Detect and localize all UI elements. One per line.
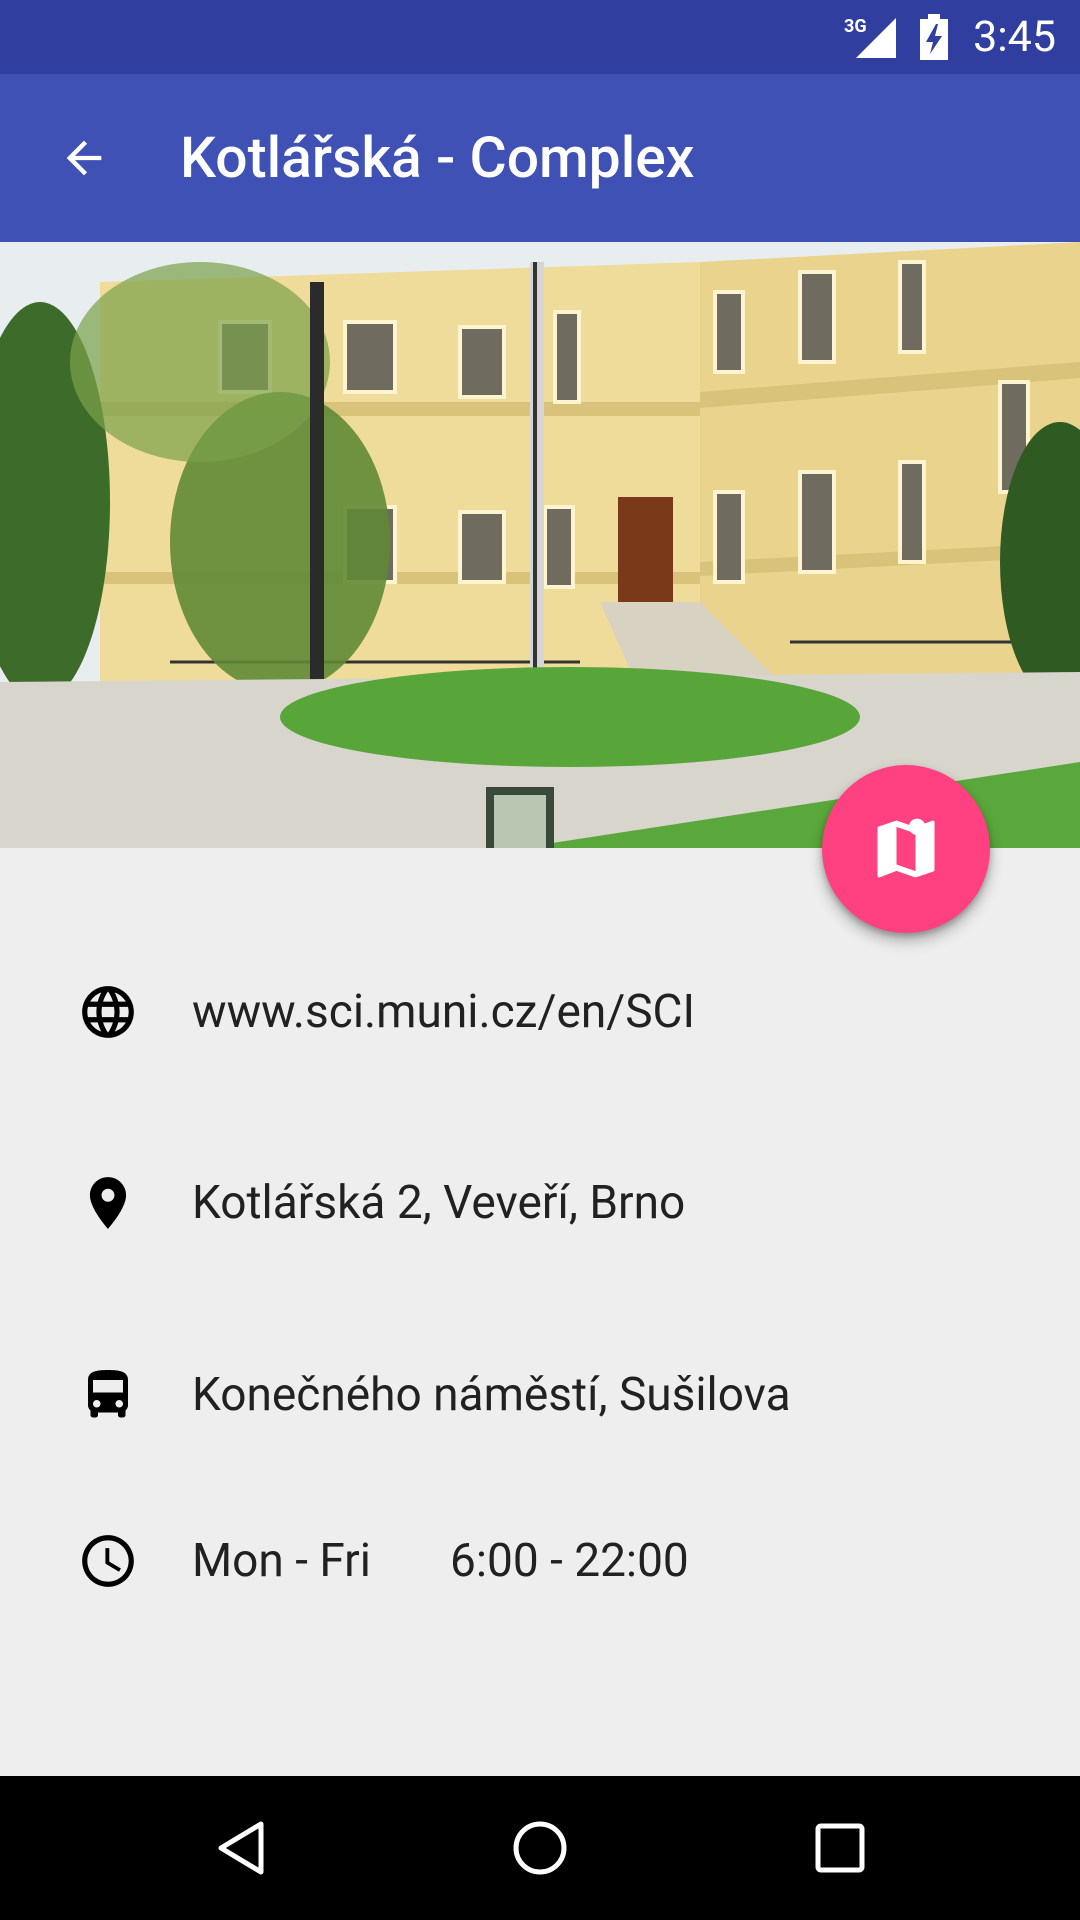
address-row[interactable]: Kotlářská 2, Veveří, Brno [0, 1148, 1080, 1258]
app-bar: Kotlářská - Complex [0, 74, 1080, 242]
website-row[interactable]: www.sci.muni.cz/en/SCI [0, 957, 1080, 1067]
hours-days: Mon - Fri [192, 1534, 371, 1588]
address-text: Kotlářská 2, Veveří, Brno [192, 1176, 686, 1230]
nav-back-icon [218, 1821, 264, 1875]
nav-recents-button[interactable] [795, 1803, 885, 1893]
transit-row[interactable]: Konečného náměstí, Sušilova [0, 1340, 1080, 1450]
nav-home-button[interactable] [495, 1803, 585, 1893]
website-link[interactable]: www.sci.muni.cz/en/SCI [192, 985, 695, 1039]
cell-signal-icon [856, 18, 896, 58]
globe-icon [76, 980, 140, 1044]
back-button[interactable] [44, 118, 124, 198]
nav-home-icon [513, 1821, 567, 1875]
nav-back-button[interactable] [196, 1803, 286, 1893]
clock-icon [76, 1529, 140, 1593]
battery-charging-icon [920, 14, 948, 60]
status-bar: 3G 3:45 [0, 0, 1080, 74]
clock: 3:45 [973, 12, 1056, 62]
nav-recents-icon [815, 1823, 865, 1873]
hours-row: Mon - Fri 6:00 - 22:00 [0, 1506, 1080, 1616]
transit-stops-text: Konečného náměstí, Sušilova [192, 1368, 791, 1422]
building-photo [0, 242, 1080, 848]
page-title: Kotlářská - Complex [180, 124, 695, 191]
open-map-button[interactable] [822, 765, 990, 933]
bus-icon [76, 1363, 140, 1427]
system-nav-bar [0, 1776, 1080, 1920]
map-icon [877, 818, 935, 878]
arrow-back-icon [66, 140, 102, 176]
hours-time: 6:00 - 22:00 [450, 1534, 689, 1588]
location-pin-icon [76, 1171, 140, 1235]
